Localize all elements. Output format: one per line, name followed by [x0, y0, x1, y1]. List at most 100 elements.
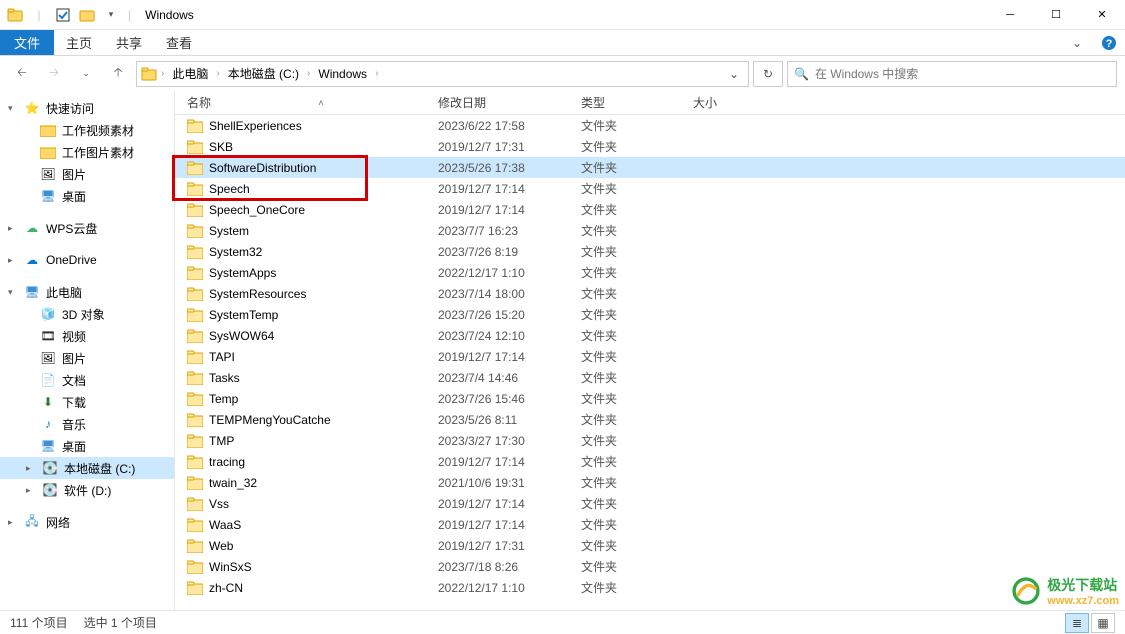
sidebar-item[interactable]: 🖥桌面: [0, 435, 174, 457]
table-row[interactable]: Tasks2023/7/4 14:46文件夹: [175, 367, 1125, 388]
table-row[interactable]: SysWOW642023/7/24 12:10文件夹: [175, 325, 1125, 346]
pc-icon: 🖥: [24, 284, 40, 300]
status-bar: 111 个项目 选中 1 个项目 ≣ ▦: [0, 610, 1125, 634]
folder-icon: [187, 349, 203, 365]
table-row[interactable]: Web2019/12/7 17:31文件夹: [175, 535, 1125, 556]
desktop-icon: 🖥: [40, 438, 56, 454]
close-button[interactable]: ✕: [1079, 0, 1125, 30]
minimize-button[interactable]: ─: [987, 0, 1033, 30]
search-input[interactable]: 🔍 在 Windows 中搜索: [787, 61, 1117, 87]
network-icon: 🖧: [24, 514, 40, 530]
details-view-button[interactable]: ≣: [1065, 613, 1089, 633]
table-row[interactable]: Vss2019/12/7 17:14文件夹: [175, 493, 1125, 514]
sidebar-item[interactable]: 工作图片素材: [0, 141, 174, 163]
folder-icon: [187, 580, 203, 596]
breadcrumb[interactable]: Windows: [314, 67, 371, 81]
file-name: SysWOW64: [209, 329, 274, 343]
breadcrumb[interactable]: 本地磁盘 (C:): [224, 65, 303, 82]
checkbox-icon[interactable]: [52, 4, 74, 26]
back-button[interactable]: 🡠: [8, 60, 36, 88]
sidebar-item[interactable]: 🖼图片: [0, 347, 174, 369]
sidebar-item[interactable]: 🧊3D 对象: [0, 303, 174, 325]
column-size[interactable]: 大小: [687, 94, 767, 111]
file-name: TMP: [209, 434, 234, 448]
chevron-right-icon[interactable]: ›: [214, 68, 221, 79]
file-name: SystemApps: [209, 266, 276, 280]
sidebar-wps[interactable]: ▸☁WPS云盘: [0, 217, 174, 239]
sidebar-drive-d[interactable]: ▸💽软件 (D:): [0, 479, 174, 501]
table-row[interactable]: Temp2023/7/26 15:46文件夹: [175, 388, 1125, 409]
tab-share[interactable]: 共享: [104, 30, 154, 55]
file-date: 2019/12/7 17:31: [432, 539, 575, 553]
file-name: System: [209, 224, 249, 238]
table-row[interactable]: SystemTemp2023/7/26 15:20文件夹: [175, 304, 1125, 325]
sidebar-item[interactable]: 工作视频素材: [0, 119, 174, 141]
history-dropdown[interactable]: ⌄: [72, 60, 100, 88]
sidebar-item[interactable]: 📄文档: [0, 369, 174, 391]
sidebar-item[interactable]: 🖥桌面: [0, 185, 174, 207]
up-button[interactable]: 🡡: [104, 60, 132, 88]
file-date: 2019/12/7 17:14: [432, 518, 575, 532]
table-row[interactable]: SKB2019/12/7 17:31文件夹: [175, 136, 1125, 157]
qat-dropdown-icon[interactable]: ▾: [100, 4, 122, 26]
table-row[interactable]: Speech_OneCore2019/12/7 17:14文件夹: [175, 199, 1125, 220]
folder-icon: [187, 118, 203, 134]
table-row[interactable]: zh-CN2022/12/17 1:10文件夹: [175, 577, 1125, 598]
column-type[interactable]: 类型: [575, 94, 687, 111]
file-type: 文件夹: [575, 411, 687, 428]
help-icon[interactable]: ?: [1093, 30, 1125, 55]
forward-button[interactable]: 🡢: [40, 60, 68, 88]
table-row[interactable]: SystemResources2023/7/14 18:00文件夹: [175, 283, 1125, 304]
file-date: 2019/12/7 17:14: [432, 350, 575, 364]
breadcrumb[interactable]: 此电脑: [168, 65, 212, 82]
table-row[interactable]: Speech2019/12/7 17:14文件夹: [175, 178, 1125, 199]
column-date[interactable]: 修改日期: [432, 94, 575, 111]
table-row[interactable]: tracing2019/12/7 17:14文件夹: [175, 451, 1125, 472]
table-row[interactable]: WaaS2019/12/7 17:14文件夹: [175, 514, 1125, 535]
title-bar: | ▾ | Windows ─ ☐ ✕: [0, 0, 1125, 30]
file-type: 文件夹: [575, 537, 687, 554]
file-date: 2023/7/14 18:00: [432, 287, 575, 301]
tab-home[interactable]: 主页: [54, 30, 104, 55]
ribbon-expand-icon[interactable]: ⌄: [1061, 30, 1093, 55]
table-row[interactable]: TEMPMengYouCatche2023/5/26 8:11文件夹: [175, 409, 1125, 430]
sidebar-item[interactable]: 🖼图片: [0, 163, 174, 185]
file-tab[interactable]: 文件: [0, 30, 54, 55]
table-row[interactable]: System322023/7/26 8:19文件夹: [175, 241, 1125, 262]
thumbnails-view-button[interactable]: ▦: [1091, 613, 1115, 633]
table-row[interactable]: TMP2023/3/27 17:30文件夹: [175, 430, 1125, 451]
file-date: 2023/7/18 8:26: [432, 560, 575, 574]
sidebar-item[interactable]: 🎞视频: [0, 325, 174, 347]
file-list: 名称˄ 修改日期 类型 大小 ShellExperiences2023/6/22…: [175, 91, 1125, 610]
table-row[interactable]: SystemApps2022/12/17 1:10文件夹: [175, 262, 1125, 283]
sidebar-item[interactable]: ⬇下载: [0, 391, 174, 413]
qat-folder-icon[interactable]: [76, 4, 98, 26]
folder-icon: [141, 66, 157, 82]
table-row[interactable]: TAPI2019/12/7 17:14文件夹: [175, 346, 1125, 367]
chevron-right-icon[interactable]: ›: [373, 68, 380, 79]
table-row[interactable]: System2023/7/7 16:23文件夹: [175, 220, 1125, 241]
sidebar-drive-c[interactable]: ▸💽本地磁盘 (C:): [0, 457, 174, 479]
column-name[interactable]: 名称˄: [175, 94, 432, 111]
maximize-button[interactable]: ☐: [1033, 0, 1079, 30]
file-type: 文件夹: [575, 306, 687, 323]
chevron-right-icon[interactable]: ›: [159, 68, 166, 79]
table-row[interactable]: WinSxS2023/7/18 8:26文件夹: [175, 556, 1125, 577]
sidebar-onedrive[interactable]: ▸☁OneDrive: [0, 249, 174, 271]
sidebar-network[interactable]: ▸🖧网络: [0, 511, 174, 533]
documents-icon: 📄: [40, 372, 56, 388]
address-dropdown-icon[interactable]: ⌄: [724, 67, 744, 81]
sidebar-item[interactable]: ♪音乐: [0, 413, 174, 435]
refresh-button[interactable]: ↻: [753, 61, 783, 87]
address-bar[interactable]: › 此电脑 › 本地磁盘 (C:) › Windows › ⌄: [136, 61, 749, 87]
table-row[interactable]: ShellExperiences2023/6/22 17:58文件夹: [175, 115, 1125, 136]
table-row[interactable]: twain_322021/10/6 19:31文件夹: [175, 472, 1125, 493]
file-name: System32: [209, 245, 262, 259]
folder-icon: [187, 538, 203, 554]
drive-icon: 💽: [42, 482, 58, 498]
sidebar-quick-access[interactable]: ▾⭐快速访问: [0, 97, 174, 119]
table-row[interactable]: SoftwareDistribution2023/5/26 17:38文件夹: [175, 157, 1125, 178]
sidebar-this-pc[interactable]: ▾🖥此电脑: [0, 281, 174, 303]
chevron-right-icon[interactable]: ›: [305, 68, 312, 79]
tab-view[interactable]: 查看: [154, 30, 204, 55]
